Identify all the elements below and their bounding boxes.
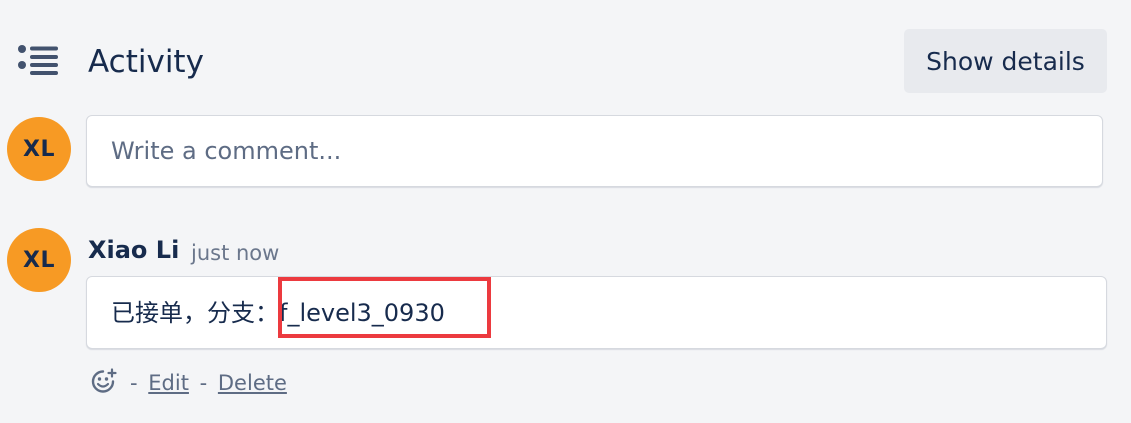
avatar-initials: XL [23,136,55,162]
activity-title: Activity [88,44,204,80]
edit-comment-link[interactable]: Edit [148,371,189,395]
activity-section: Activity Show details XL XL Xiao Li just… [0,0,1131,423]
comment-card: 已接单，分支：f_level3_0930 [86,276,1107,349]
comment-author-avatar[interactable]: XL [7,228,71,292]
comment-actions: - Edit - Delete [126,368,287,398]
action-separator: - [199,371,208,395]
avatar-initials: XL [23,247,55,273]
delete-comment-link[interactable]: Delete [218,371,287,395]
action-separator: - [130,371,138,395]
show-details-button[interactable]: Show details [904,29,1107,93]
current-user-avatar[interactable]: XL [7,117,71,181]
comment-timestamp[interactable]: just now [191,239,279,267]
add-reaction-icon[interactable] [90,368,118,396]
comment-text: 已接单，分支：f_level3_0930 [111,299,445,327]
activity-list-icon [18,45,58,75]
comment-input[interactable] [86,115,1103,187]
comment-author[interactable]: Xiao Li [88,234,179,266]
